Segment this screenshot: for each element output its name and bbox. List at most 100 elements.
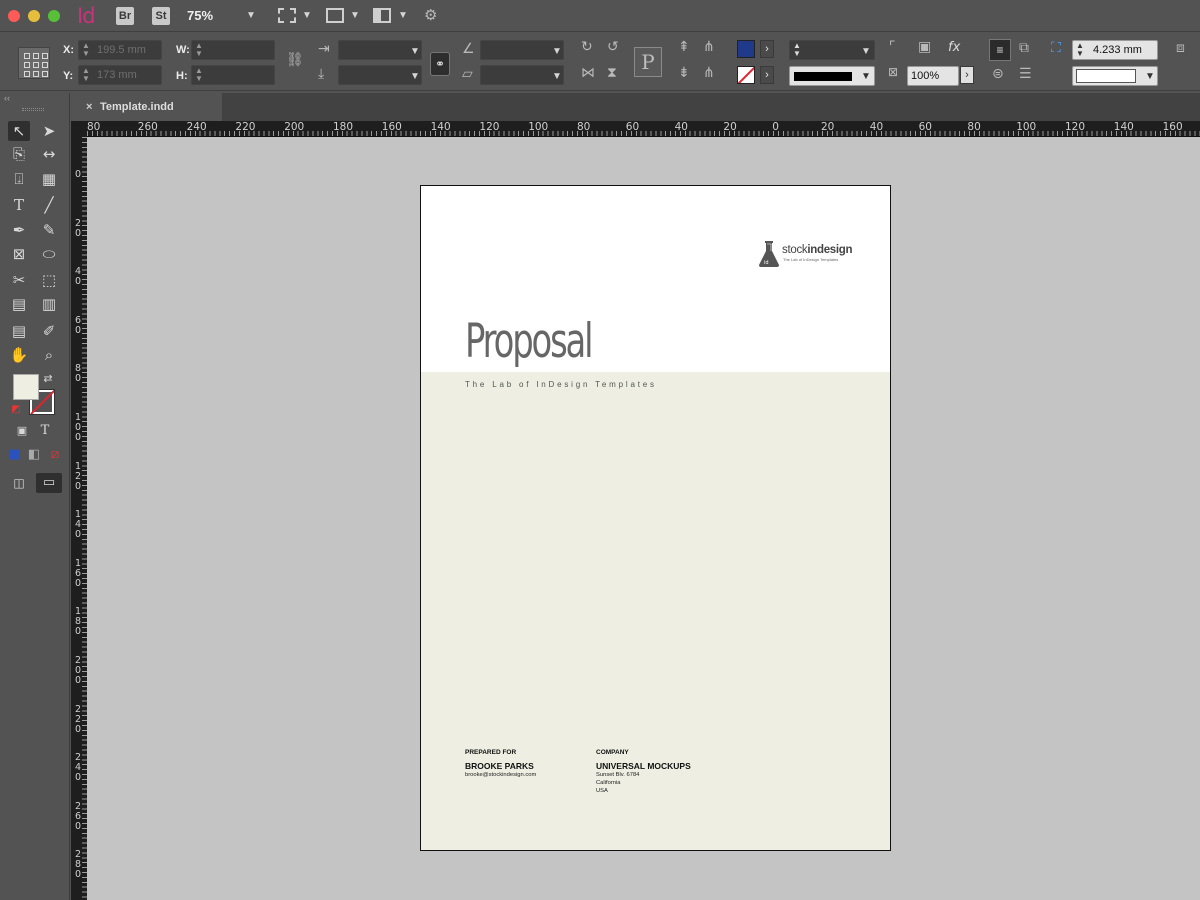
swap-colors-icon[interactable]: ⇄ [40, 369, 56, 389]
formatting-text-icon[interactable]: T [34, 421, 56, 441]
screen-mode-tool-icon[interactable]: ▭ [36, 473, 62, 493]
proposal-title[interactable]: Proposal [465, 314, 594, 369]
gap-tool-icon[interactable]: ↔ [38, 144, 60, 164]
panel-grip-icon[interactable] [22, 108, 44, 111]
minimize-window-button[interactable] [28, 10, 40, 22]
scale-x-dropdown-icon[interactable]: ▼ [410, 46, 420, 57]
formatting-container-icon[interactable]: ▣ [11, 421, 33, 441]
opacity-field[interactable]: 100% [907, 66, 959, 86]
zoom-level[interactable]: 75% [187, 8, 213, 23]
stroke-menu-button[interactable]: › [760, 66, 774, 84]
horizontal-ruler[interactable]: 80 260 240 220 200 180 160 140 120 100 80 60 40 20 0 20… [87, 121, 1200, 137]
shear-dropdown-icon[interactable]: ▼ [552, 71, 562, 82]
gradient-feather-tool-icon[interactable]: ▥ [38, 294, 60, 314]
text-wrap-none-icon[interactable]: ≡ [989, 39, 1011, 61]
note-tool-icon[interactable]: ▤ [8, 321, 30, 341]
select-container-icon[interactable]: ⇞ [678, 39, 690, 55]
vertical-ruler[interactable]: 0 2 0 4 0 6 0 8 0 1 0 0 1 2 0 1 4 0 1 6 0 1 8 0 2 … [71, 137, 87, 900]
proposal-tagline[interactable]: The Lab of InDesign Templates [465, 380, 657, 389]
tab-template-indd[interactable]: × Template.indd [72, 93, 222, 121]
zoom-dropdown-icon[interactable]: ▼ [246, 10, 256, 21]
apply-gradient-icon[interactable]: ◧ [23, 445, 45, 465]
width-field[interactable] [191, 40, 275, 60]
gradient-swatch-tool-icon[interactable]: ▤ [8, 294, 30, 314]
maximize-window-button[interactable] [48, 10, 60, 22]
stock-button[interactable]: St [152, 7, 170, 25]
screen-mode-dropdown-icon[interactable]: ▼ [350, 10, 360, 21]
flip-vertical-icon[interactable]: ⧗ [607, 65, 617, 81]
select-content-icon[interactable]: ⇟ [678, 65, 690, 81]
auto-fit-icon[interactable]: ⛶ [1051, 40, 1061, 56]
stroke-weight-stepper-icon[interactable]: ▲ ▼ [793, 42, 801, 58]
pasteboard[interactable]: id stockindesign The Lab of InDesign Tem… [87, 137, 1200, 900]
view-options-icon[interactable] [278, 8, 296, 23]
frame-fitting-dropdown-icon[interactable]: ▼ [1145, 71, 1155, 82]
stroke-swatch[interactable] [737, 66, 755, 84]
spacing-field[interactable]: 4.233 mm [1072, 40, 1158, 60]
apply-none-icon[interactable]: ⧄ [44, 445, 66, 465]
scissors-tool-icon[interactable]: ✂ [8, 270, 30, 290]
content-placer-icon[interactable]: ▦ [38, 169, 60, 189]
panel-menu-icon[interactable]: ⧈ [1176, 40, 1185, 56]
text-wrap-jump-icon[interactable]: ☰ [1019, 66, 1032, 82]
text-wrap-bounding-icon[interactable]: ⧉ [1019, 40, 1029, 56]
hand-tool-icon[interactable]: ✋ [8, 345, 30, 365]
effects-icon[interactable]: fx [948, 40, 960, 55]
opacity-menu-button[interactable]: › [960, 66, 974, 84]
select-previous-icon[interactable]: ⋔ [703, 39, 715, 55]
normal-view-icon[interactable]: ◫ [8, 473, 30, 493]
ruler-origin[interactable] [71, 121, 87, 137]
text-wrap-shape-icon[interactable]: ⊜ [992, 66, 1004, 82]
selection-tool-icon[interactable]: ↖ [8, 121, 30, 141]
pencil-tool-icon[interactable]: ✎ [38, 220, 60, 240]
stroke-type-dropdown-icon[interactable]: ▼ [861, 71, 871, 82]
rotate-cw-icon[interactable]: ↻ [581, 39, 593, 55]
fill-color-swatch[interactable] [13, 374, 39, 400]
ellipse-tool-icon[interactable]: ⬭ [38, 244, 60, 264]
drop-shadow-icon[interactable]: ▣ [918, 39, 931, 55]
height-field[interactable] [191, 65, 275, 85]
content-collector-icon[interactable]: ⍗ [8, 169, 30, 189]
spacing-stepper-icon[interactable]: ▲ ▼ [1076, 42, 1084, 58]
direct-selection-tool-icon[interactable]: ➤ [38, 121, 60, 141]
rectangle-frame-tool-icon[interactable]: ⊠ [8, 244, 30, 264]
page-tool-icon[interactable]: ⎘ [8, 144, 30, 164]
pen-tool-icon[interactable]: ✒ [8, 220, 30, 240]
corner-options-icon[interactable]: ⌜ [889, 39, 896, 55]
company-block[interactable]: COMPANY UNIVERSAL MOCKUPS Sunset Blv. 67… [596, 749, 691, 794]
fill-swatch[interactable] [737, 40, 755, 58]
free-transform-tool-icon[interactable]: ⬚ [38, 270, 60, 290]
type-tool-icon[interactable]: T [8, 195, 30, 215]
close-tab-icon[interactable]: × [86, 93, 92, 121]
default-colors-icon[interactable]: ◩ [8, 400, 24, 420]
collapse-panel-icon[interactable]: ‹‹ [4, 93, 10, 103]
height-stepper-icon[interactable]: ▲ ▼ [195, 67, 203, 83]
view-options-dropdown-icon[interactable]: ▼ [302, 10, 312, 21]
publish-online-icon[interactable]: ⚙ [424, 6, 437, 24]
zoom-tool-icon[interactable]: ⌕ [38, 345, 60, 365]
constrain-proportions-icon[interactable]: ⛓ [286, 52, 304, 68]
x-position-field[interactable]: 199.5 mm [78, 40, 162, 60]
flip-horizontal-icon[interactable]: ⋈ [581, 65, 595, 81]
close-window-button[interactable] [8, 10, 20, 22]
stroke-weight-dropdown-icon[interactable]: ▼ [861, 46, 871, 57]
document-page[interactable]: id stockindesign The Lab of InDesign Tem… [420, 185, 891, 851]
arrange-documents-icon[interactable] [373, 8, 391, 23]
apply-color-icon[interactable]: ■ [3, 445, 25, 465]
rotate-ccw-icon[interactable]: ↺ [607, 39, 619, 55]
width-stepper-icon[interactable]: ▲ ▼ [195, 42, 203, 58]
y-stepper-icon[interactable]: ▲ ▼ [82, 67, 90, 83]
line-tool-icon[interactable]: ╱ [38, 195, 60, 215]
select-next-icon[interactable]: ⋔ [703, 65, 715, 81]
arrange-documents-dropdown-icon[interactable]: ▼ [398, 10, 408, 21]
x-stepper-icon[interactable]: ▲ ▼ [82, 42, 90, 58]
bridge-button[interactable]: Br [116, 7, 134, 25]
constrain-scale-icon[interactable]: ⚭ [430, 52, 450, 76]
y-position-field[interactable]: 173 mm [78, 65, 162, 85]
screen-mode-icon[interactable] [326, 8, 344, 23]
reference-point-icon[interactable] [18, 47, 50, 79]
eyedropper-tool-icon[interactable]: ✐ [38, 321, 60, 341]
scale-y-dropdown-icon[interactable]: ▼ [410, 71, 420, 82]
rotation-dropdown-icon[interactable]: ▼ [552, 46, 562, 57]
fill-menu-button[interactable]: › [760, 40, 774, 58]
